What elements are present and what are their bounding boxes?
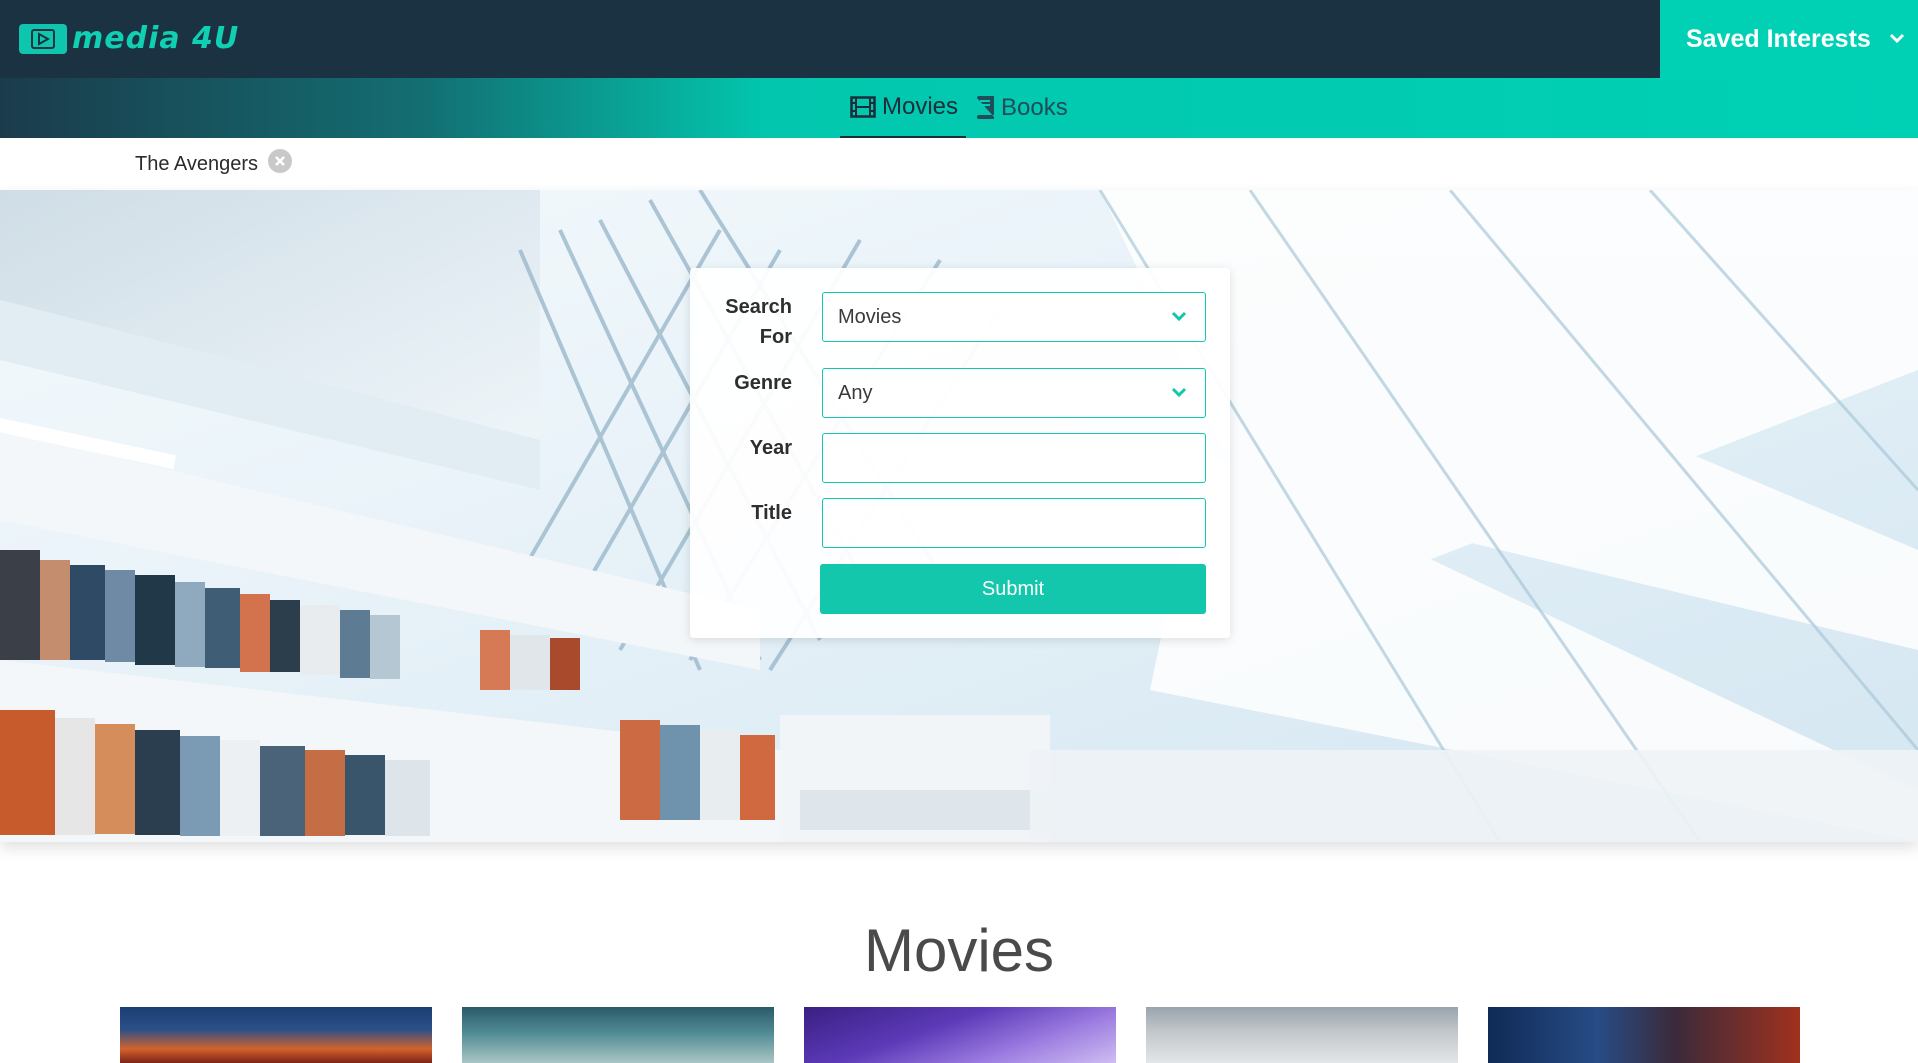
movie-poster-row bbox=[0, 1007, 1918, 1063]
category-nav: Movies Books bbox=[0, 78, 1918, 138]
title-label: Title bbox=[751, 502, 792, 524]
logo[interactable]: media 4U bbox=[19, 24, 239, 54]
hero-banner: Search For Movies Genre Any Year Title S… bbox=[0, 190, 1918, 842]
logo-text: media 4U bbox=[72, 21, 240, 56]
interest-chip-label: The Avengers bbox=[135, 152, 259, 175]
saved-interests-button[interactable]: Saved Interests bbox=[1660, 0, 1918, 78]
chevron-down-icon bbox=[1171, 311, 1187, 322]
year-label: Year bbox=[749, 437, 792, 459]
movie-poster[interactable] bbox=[1488, 1007, 1800, 1063]
tab-movies[interactable]: Movies bbox=[840, 78, 966, 138]
close-icon bbox=[275, 156, 285, 166]
tab-books[interactable]: Books bbox=[975, 78, 1095, 138]
submit-button[interactable]: Submit bbox=[820, 564, 1206, 614]
search-for-label: Search For bbox=[725, 296, 792, 348]
tab-books-label: Books bbox=[1001, 94, 1068, 121]
chevron-down-icon bbox=[1171, 387, 1187, 398]
movie-poster[interactable] bbox=[120, 1007, 432, 1063]
search-for-value: Movies bbox=[838, 306, 902, 328]
movie-poster[interactable] bbox=[804, 1007, 1116, 1063]
interest-chip-bar: The Avengers bbox=[0, 138, 1918, 190]
search-form: Search For Movies Genre Any Year Title S… bbox=[690, 268, 1230, 638]
saved-interests-label: Saved Interests bbox=[1686, 24, 1871, 53]
chevron-down-icon bbox=[1889, 33, 1904, 44]
interest-chip: The Avengers bbox=[135, 149, 293, 176]
tab-movies-label: Movies bbox=[882, 93, 959, 120]
results-heading: Movies bbox=[863, 917, 1055, 984]
genre-label: Genre bbox=[734, 372, 792, 394]
movie-poster[interactable] bbox=[462, 1007, 774, 1063]
movie-poster[interactable] bbox=[1146, 1007, 1458, 1063]
film-icon bbox=[850, 96, 876, 118]
search-for-select[interactable]: Movies bbox=[822, 292, 1206, 342]
book-icon bbox=[977, 96, 994, 119]
year-input[interactable] bbox=[822, 433, 1206, 483]
remove-interest-button[interactable] bbox=[268, 149, 293, 173]
title-input[interactable] bbox=[822, 498, 1206, 548]
play-icon bbox=[19, 24, 67, 54]
genre-value: Any bbox=[838, 382, 873, 404]
top-bar: media 4U Saved Interests bbox=[0, 0, 1918, 78]
genre-select[interactable]: Any bbox=[822, 368, 1206, 418]
